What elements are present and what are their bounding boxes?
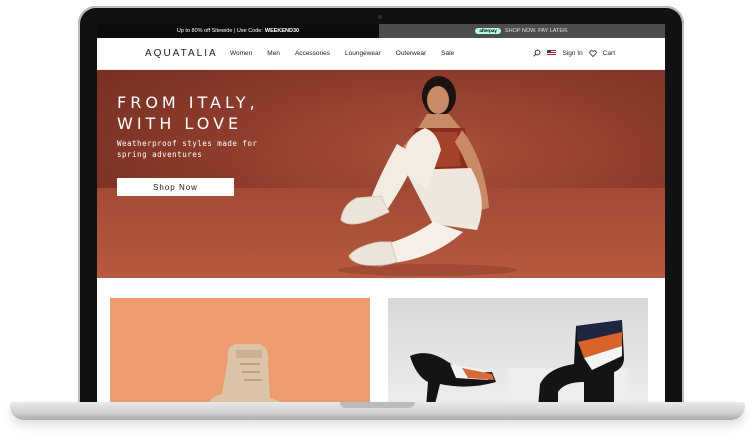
cart-link[interactable]: Cart xyxy=(603,50,615,57)
laptop-base xyxy=(10,402,745,420)
sign-in-link[interactable]: Sign In xyxy=(562,50,582,57)
us-flag-icon[interactable] xyxy=(547,50,557,56)
main-nav: AQUATALIA Women Men Accessories Loungewe… xyxy=(97,38,665,70)
afterpay-badge: afterpay xyxy=(475,27,501,35)
suede-boot-image xyxy=(209,344,286,406)
hero-banner: FROM ITALY, WITH LOVE Weatherproof style… xyxy=(97,70,665,278)
hero-model-image xyxy=(337,76,517,276)
nav-link-outerwear[interactable]: Outerwear xyxy=(396,50,426,57)
afterpay-text: SHOP NOW. PAY LATER. xyxy=(504,28,569,34)
hero-subtitle: Weatherproof styles made for spring adve… xyxy=(117,139,258,159)
nav-link-sale[interactable]: Sale xyxy=(441,50,454,57)
camera-icon xyxy=(378,15,382,19)
shop-now-button[interactable]: Shop Now xyxy=(117,178,234,196)
nav-link-men[interactable]: Men xyxy=(267,50,280,57)
category-tile-shoes[interactable] xyxy=(388,298,648,406)
nav-link-women[interactable]: Women xyxy=(230,50,252,57)
search-icon[interactable] xyxy=(533,49,541,57)
category-tile-boots[interactable] xyxy=(110,298,370,406)
brand-logo[interactable]: AQUATALIA xyxy=(145,48,218,59)
promo-bar: Up to 80% off Sitewide | Use Code: WEEKE… xyxy=(97,24,665,38)
afterpay-banner[interactable]: afterpay SHOP NOW. PAY LATER. xyxy=(379,24,665,38)
nav-links: Women Men Accessories Loungewear Outerwe… xyxy=(230,50,469,57)
promo-code-banner[interactable]: Up to 80% off Sitewide | Use Code: WEEKE… xyxy=(97,24,379,38)
hero-title: FROM ITALY, WITH LOVE xyxy=(117,93,259,133)
browser-screen: Up to 80% off Sitewide | Use Code: WEEKE… xyxy=(97,24,665,406)
laptop-notch xyxy=(340,402,415,408)
heart-icon[interactable] xyxy=(589,49,597,57)
nav-link-loungewear[interactable]: Loungewear xyxy=(345,50,381,57)
colorblock-shoes-image xyxy=(410,320,628,406)
nav-link-accessories[interactable]: Accessories xyxy=(295,50,330,57)
promo-text: Up to 80% off Sitewide | Use Code: xyxy=(176,28,263,34)
promo-code: WEEKEND30 xyxy=(264,28,300,34)
nav-utilities: Sign In Cart xyxy=(533,49,615,57)
